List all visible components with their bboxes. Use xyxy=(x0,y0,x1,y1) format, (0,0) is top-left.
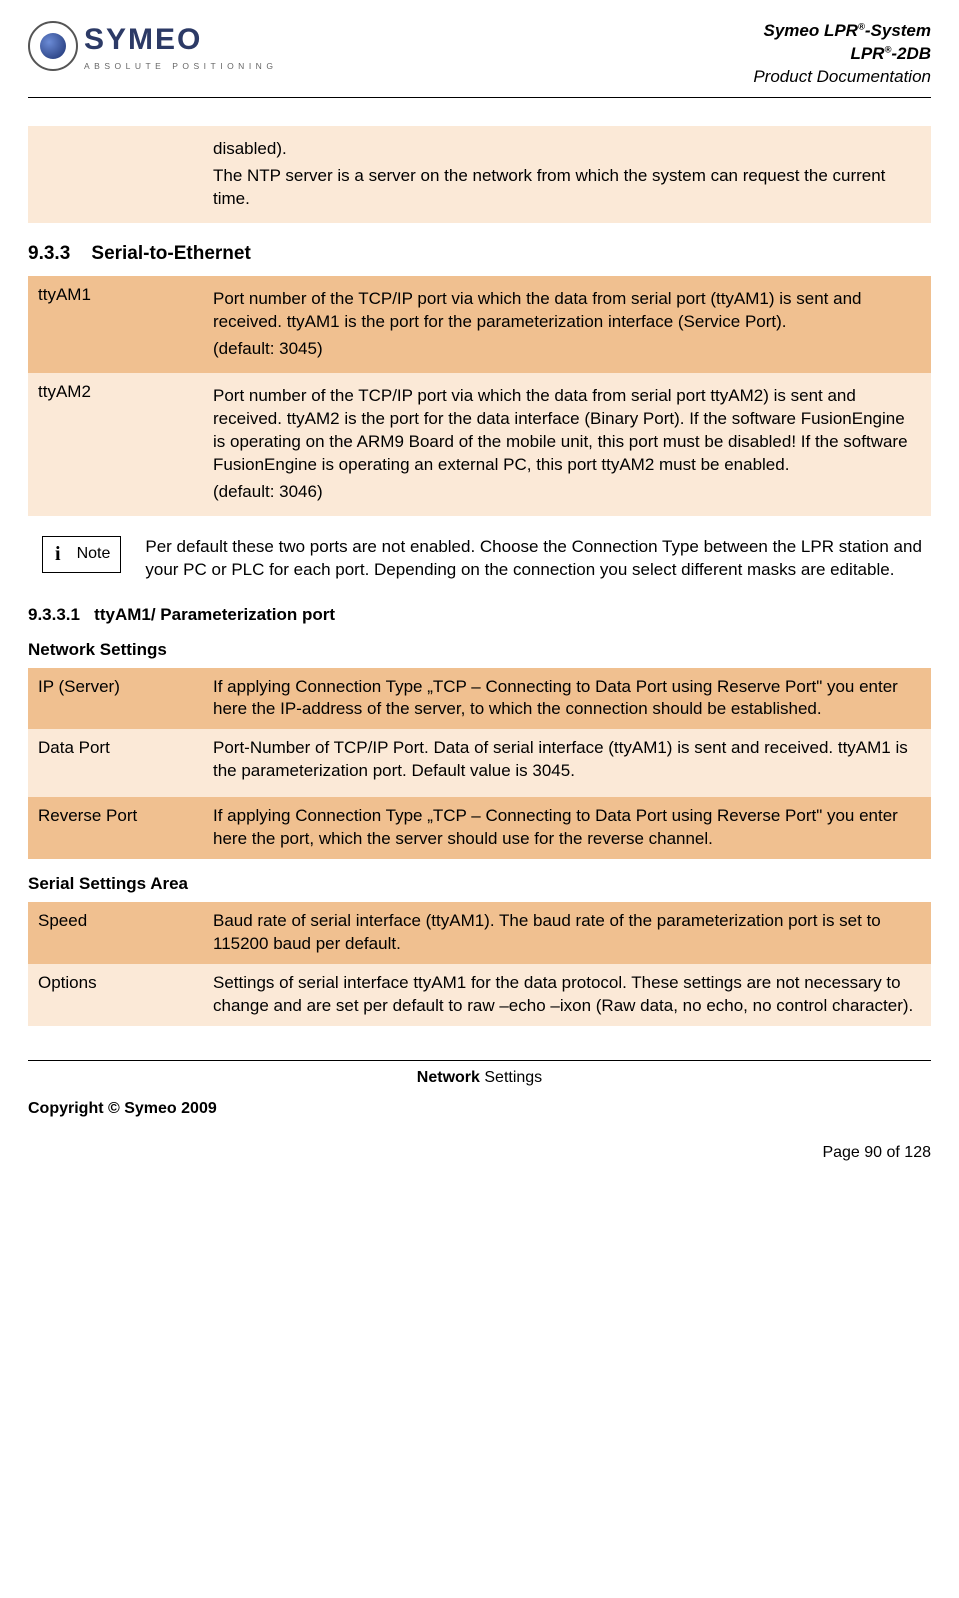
table-row-desc: Port number of the TCP/IP port via which… xyxy=(203,373,931,516)
intro-continuation-table: disabled). The NTP server is a server on… xyxy=(28,126,931,223)
table-row-label: Options xyxy=(28,964,203,1026)
serial-settings-table: Speed Baud rate of serial interface (tty… xyxy=(28,902,931,1026)
table-row-desc: Port number of the TCP/IP port via which… xyxy=(203,276,931,373)
page-header: SYMEO ABSOLUTE POSITIONING Symeo LPR®-Sy… xyxy=(28,20,931,98)
footer-bold: Network xyxy=(417,1069,480,1086)
brand-tagline: ABSOLUTE POSITIONING xyxy=(84,61,277,72)
meta-line2a: LPR xyxy=(850,44,884,63)
section-heading-9331: 9.3.3.1 ttyAM1/ Parameterization port xyxy=(28,604,931,627)
table-row-label: Speed xyxy=(28,902,203,964)
logo: SYMEO ABSOLUTE POSITIONING xyxy=(28,20,277,72)
section-number: 9.3.3 xyxy=(28,243,70,264)
text: Port number of the TCP/IP port via which… xyxy=(213,385,921,477)
page-footer: Network Settings Copyright © Symeo 2009 … xyxy=(28,1060,931,1164)
doc-meta: Symeo LPR®-System LPR®-2DB Product Docum… xyxy=(753,20,931,89)
footer-rest: Settings xyxy=(480,1069,542,1086)
table-row-label: Data Port xyxy=(28,729,203,797)
section-heading-933: 9.3.3 Serial-to-Ethernet xyxy=(28,241,931,267)
table-row-desc: Baud rate of serial interface (ttyAM1). … xyxy=(203,902,931,964)
copyright-text: Copyright © Symeo 2009 xyxy=(28,1100,217,1117)
meta-line2b: -2DB xyxy=(891,44,931,63)
copyright: Copyright © Symeo 2009 xyxy=(28,1098,931,1120)
section-number: 9.3.3.1 xyxy=(28,605,80,624)
meta-line1a: Symeo LPR xyxy=(763,21,857,40)
text: Port number of the TCP/IP port via which… xyxy=(213,288,921,334)
serial-to-ethernet-table: ttyAM1 Port number of the TCP/IP port vi… xyxy=(28,276,931,516)
logo-icon xyxy=(28,21,78,71)
note-block: i Note Per default these two ports are n… xyxy=(28,536,931,582)
subheading-serial-settings: Serial Settings Area xyxy=(28,873,931,896)
text: (default: 3046) xyxy=(213,481,921,504)
table-row-desc: If applying Connection Type „TCP – Conne… xyxy=(203,797,931,859)
note-label: Note xyxy=(77,543,111,565)
table-row-label: ttyAM2 xyxy=(28,373,203,516)
table-row-label: ttyAM1 xyxy=(28,276,203,373)
section-title: ttyAM1/ Parameterization port xyxy=(94,605,335,624)
table-row-desc: If applying Connection Type „TCP – Conne… xyxy=(203,668,931,730)
text: Port-Number of TCP/IP Port. Data of seri… xyxy=(213,737,921,783)
page-number: Page 90 of 128 xyxy=(28,1142,931,1164)
meta-line3: Product Documentation xyxy=(753,66,931,89)
section-title: Serial-to-Ethernet xyxy=(91,243,250,264)
note-label-box: i Note xyxy=(42,536,121,573)
table-cell-empty xyxy=(28,126,203,223)
subheading-network-settings: Network Settings xyxy=(28,639,931,662)
table-row-label: Reverse Port xyxy=(28,797,203,859)
text: The NTP server is a server on the networ… xyxy=(213,165,921,211)
text: (default: 3045) xyxy=(213,338,921,361)
table-cell-desc: disabled). The NTP server is a server on… xyxy=(203,126,931,223)
info-icon: i xyxy=(49,541,67,568)
note-text: Per default these two ports are not enab… xyxy=(145,536,931,582)
meta-line1b: -System xyxy=(865,21,931,40)
brand-name: SYMEO xyxy=(84,20,277,61)
text: disabled). xyxy=(213,138,921,161)
table-row-label: IP (Server) xyxy=(28,668,203,730)
footer-section-title: Network Settings xyxy=(28,1067,931,1089)
network-settings-table: IP (Server) If applying Connection Type … xyxy=(28,668,931,860)
table-row-desc: Port-Number of TCP/IP Port. Data of seri… xyxy=(203,729,931,797)
table-row-desc: Settings of serial interface ttyAM1 for … xyxy=(203,964,931,1026)
